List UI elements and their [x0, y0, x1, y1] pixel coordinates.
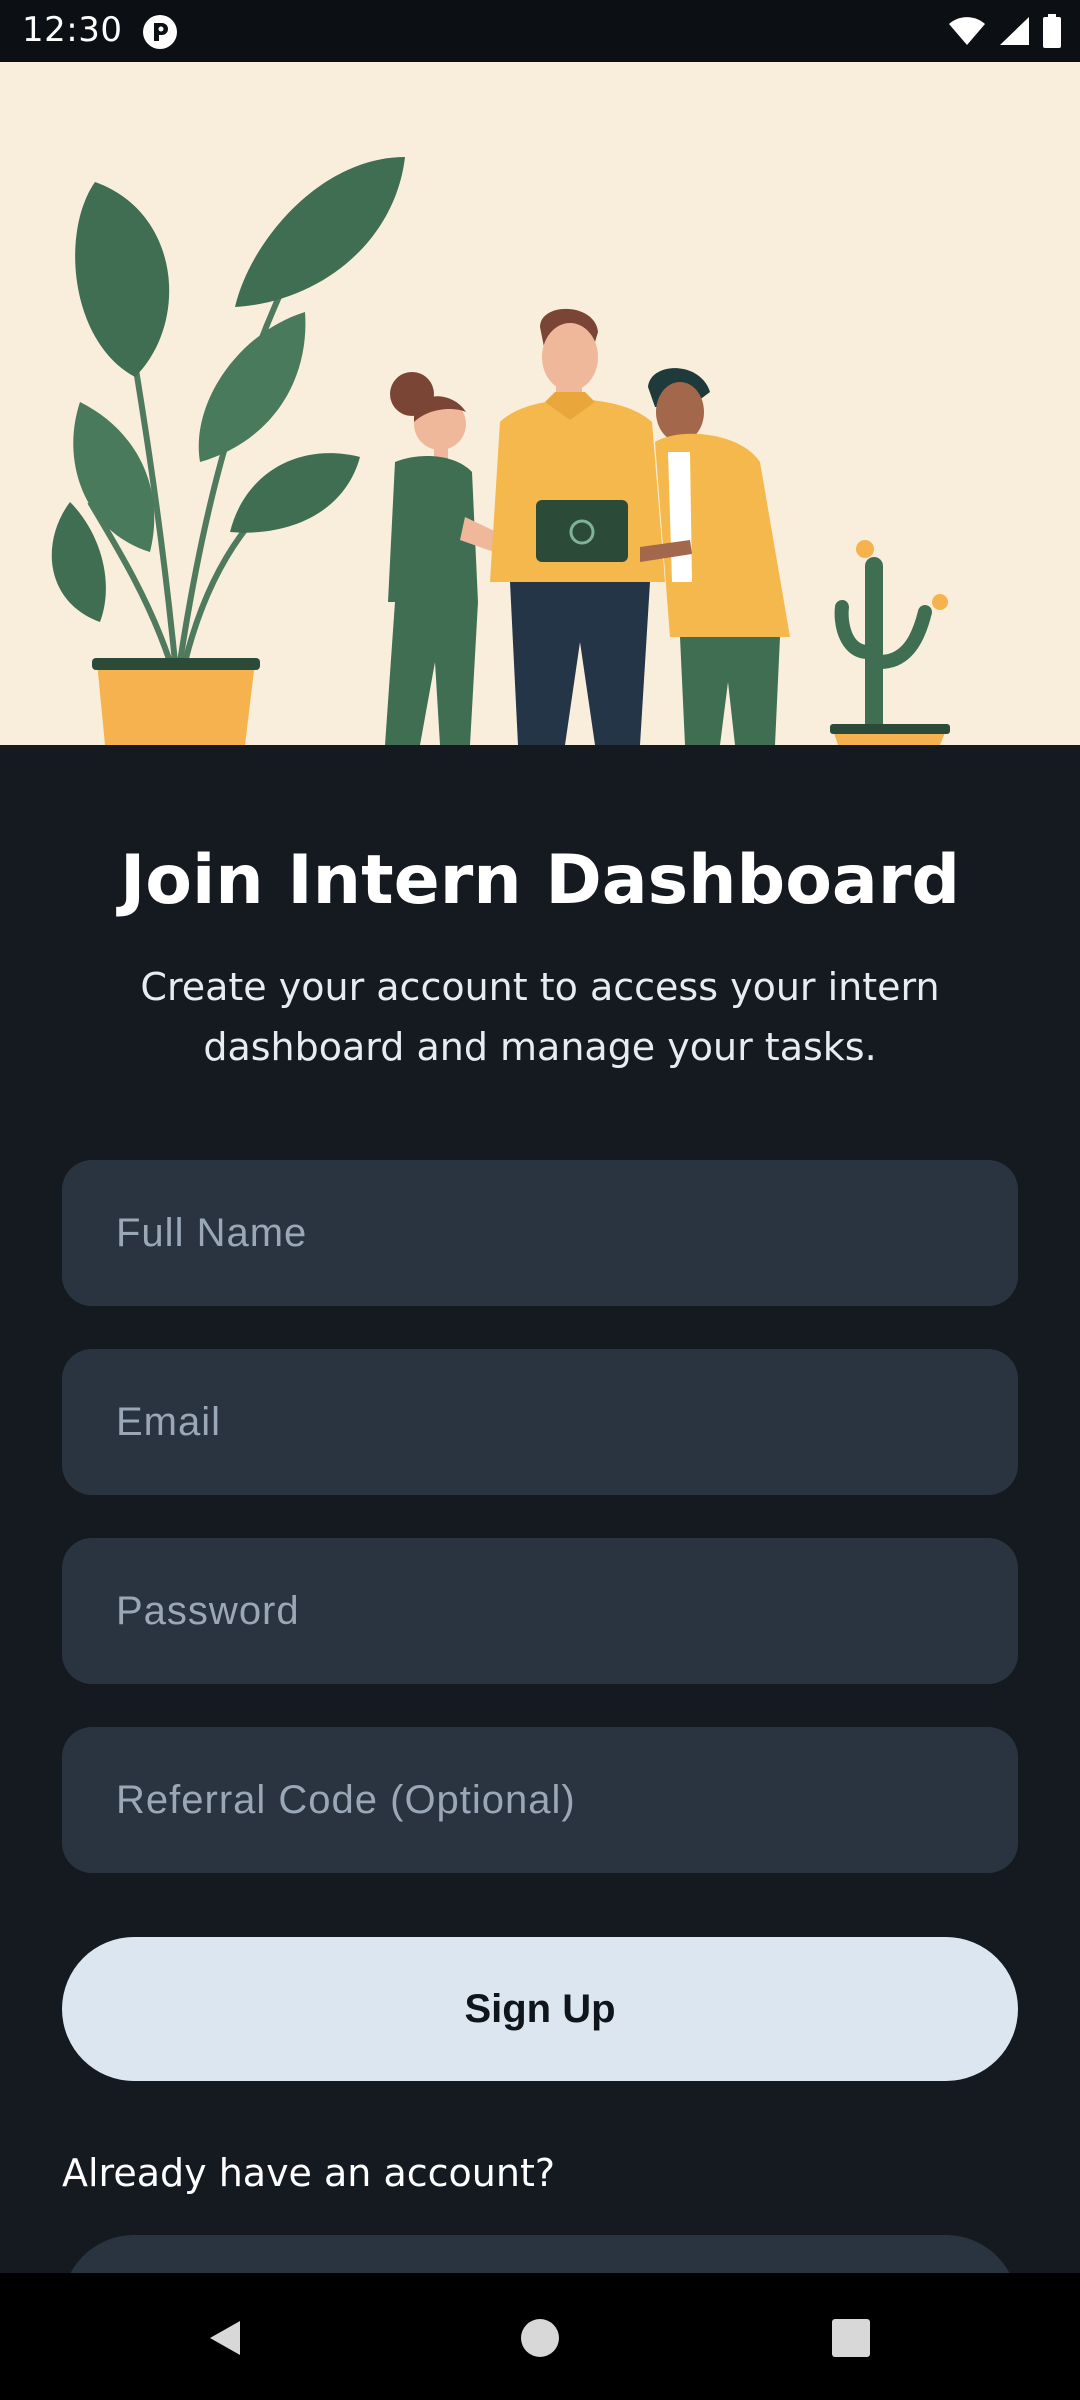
- already-have-account-text: Already have an account?: [62, 2151, 556, 2195]
- page-title: Join Intern Dashboard: [119, 841, 961, 920]
- status-time: 12:30: [22, 10, 123, 50]
- person-man-right: [640, 368, 790, 745]
- status-bar: 12:30: [0, 0, 1080, 62]
- back-icon[interactable]: [204, 2317, 246, 2359]
- home-icon[interactable]: [520, 2318, 560, 2358]
- potted-plant: [51, 157, 405, 745]
- password-input[interactable]: [116, 1588, 964, 1634]
- signal-icon: [1000, 17, 1029, 45]
- recents-icon[interactable]: [831, 2318, 871, 2358]
- full-name-field[interactable]: [62, 1160, 1018, 1306]
- battery-icon: [1043, 14, 1061, 48]
- team-illustration: [51, 157, 950, 745]
- page-subtitle: Create your account to access your inter…: [140, 965, 940, 1069]
- system-nav-bar: [0, 2273, 1080, 2400]
- hero-illustration: [0, 62, 1080, 745]
- email-field[interactable]: [62, 1349, 1018, 1495]
- cactus-plant: [830, 540, 950, 745]
- referral-code-input[interactable]: [116, 1777, 964, 1823]
- signup-form: Join Intern Dashboard Create your accoun…: [0, 745, 1080, 2379]
- email-input[interactable]: [116, 1399, 964, 1445]
- status-icons: [948, 14, 1062, 48]
- wifi-icon: [949, 17, 985, 45]
- referral-code-field[interactable]: [62, 1727, 1018, 1873]
- password-field[interactable]: [62, 1538, 1018, 1684]
- sign-up-button[interactable]: Sign Up: [62, 1937, 1018, 2081]
- full-name-input[interactable]: [116, 1210, 964, 1256]
- person-man-center: [490, 308, 665, 745]
- app-notification-icon: [143, 15, 177, 49]
